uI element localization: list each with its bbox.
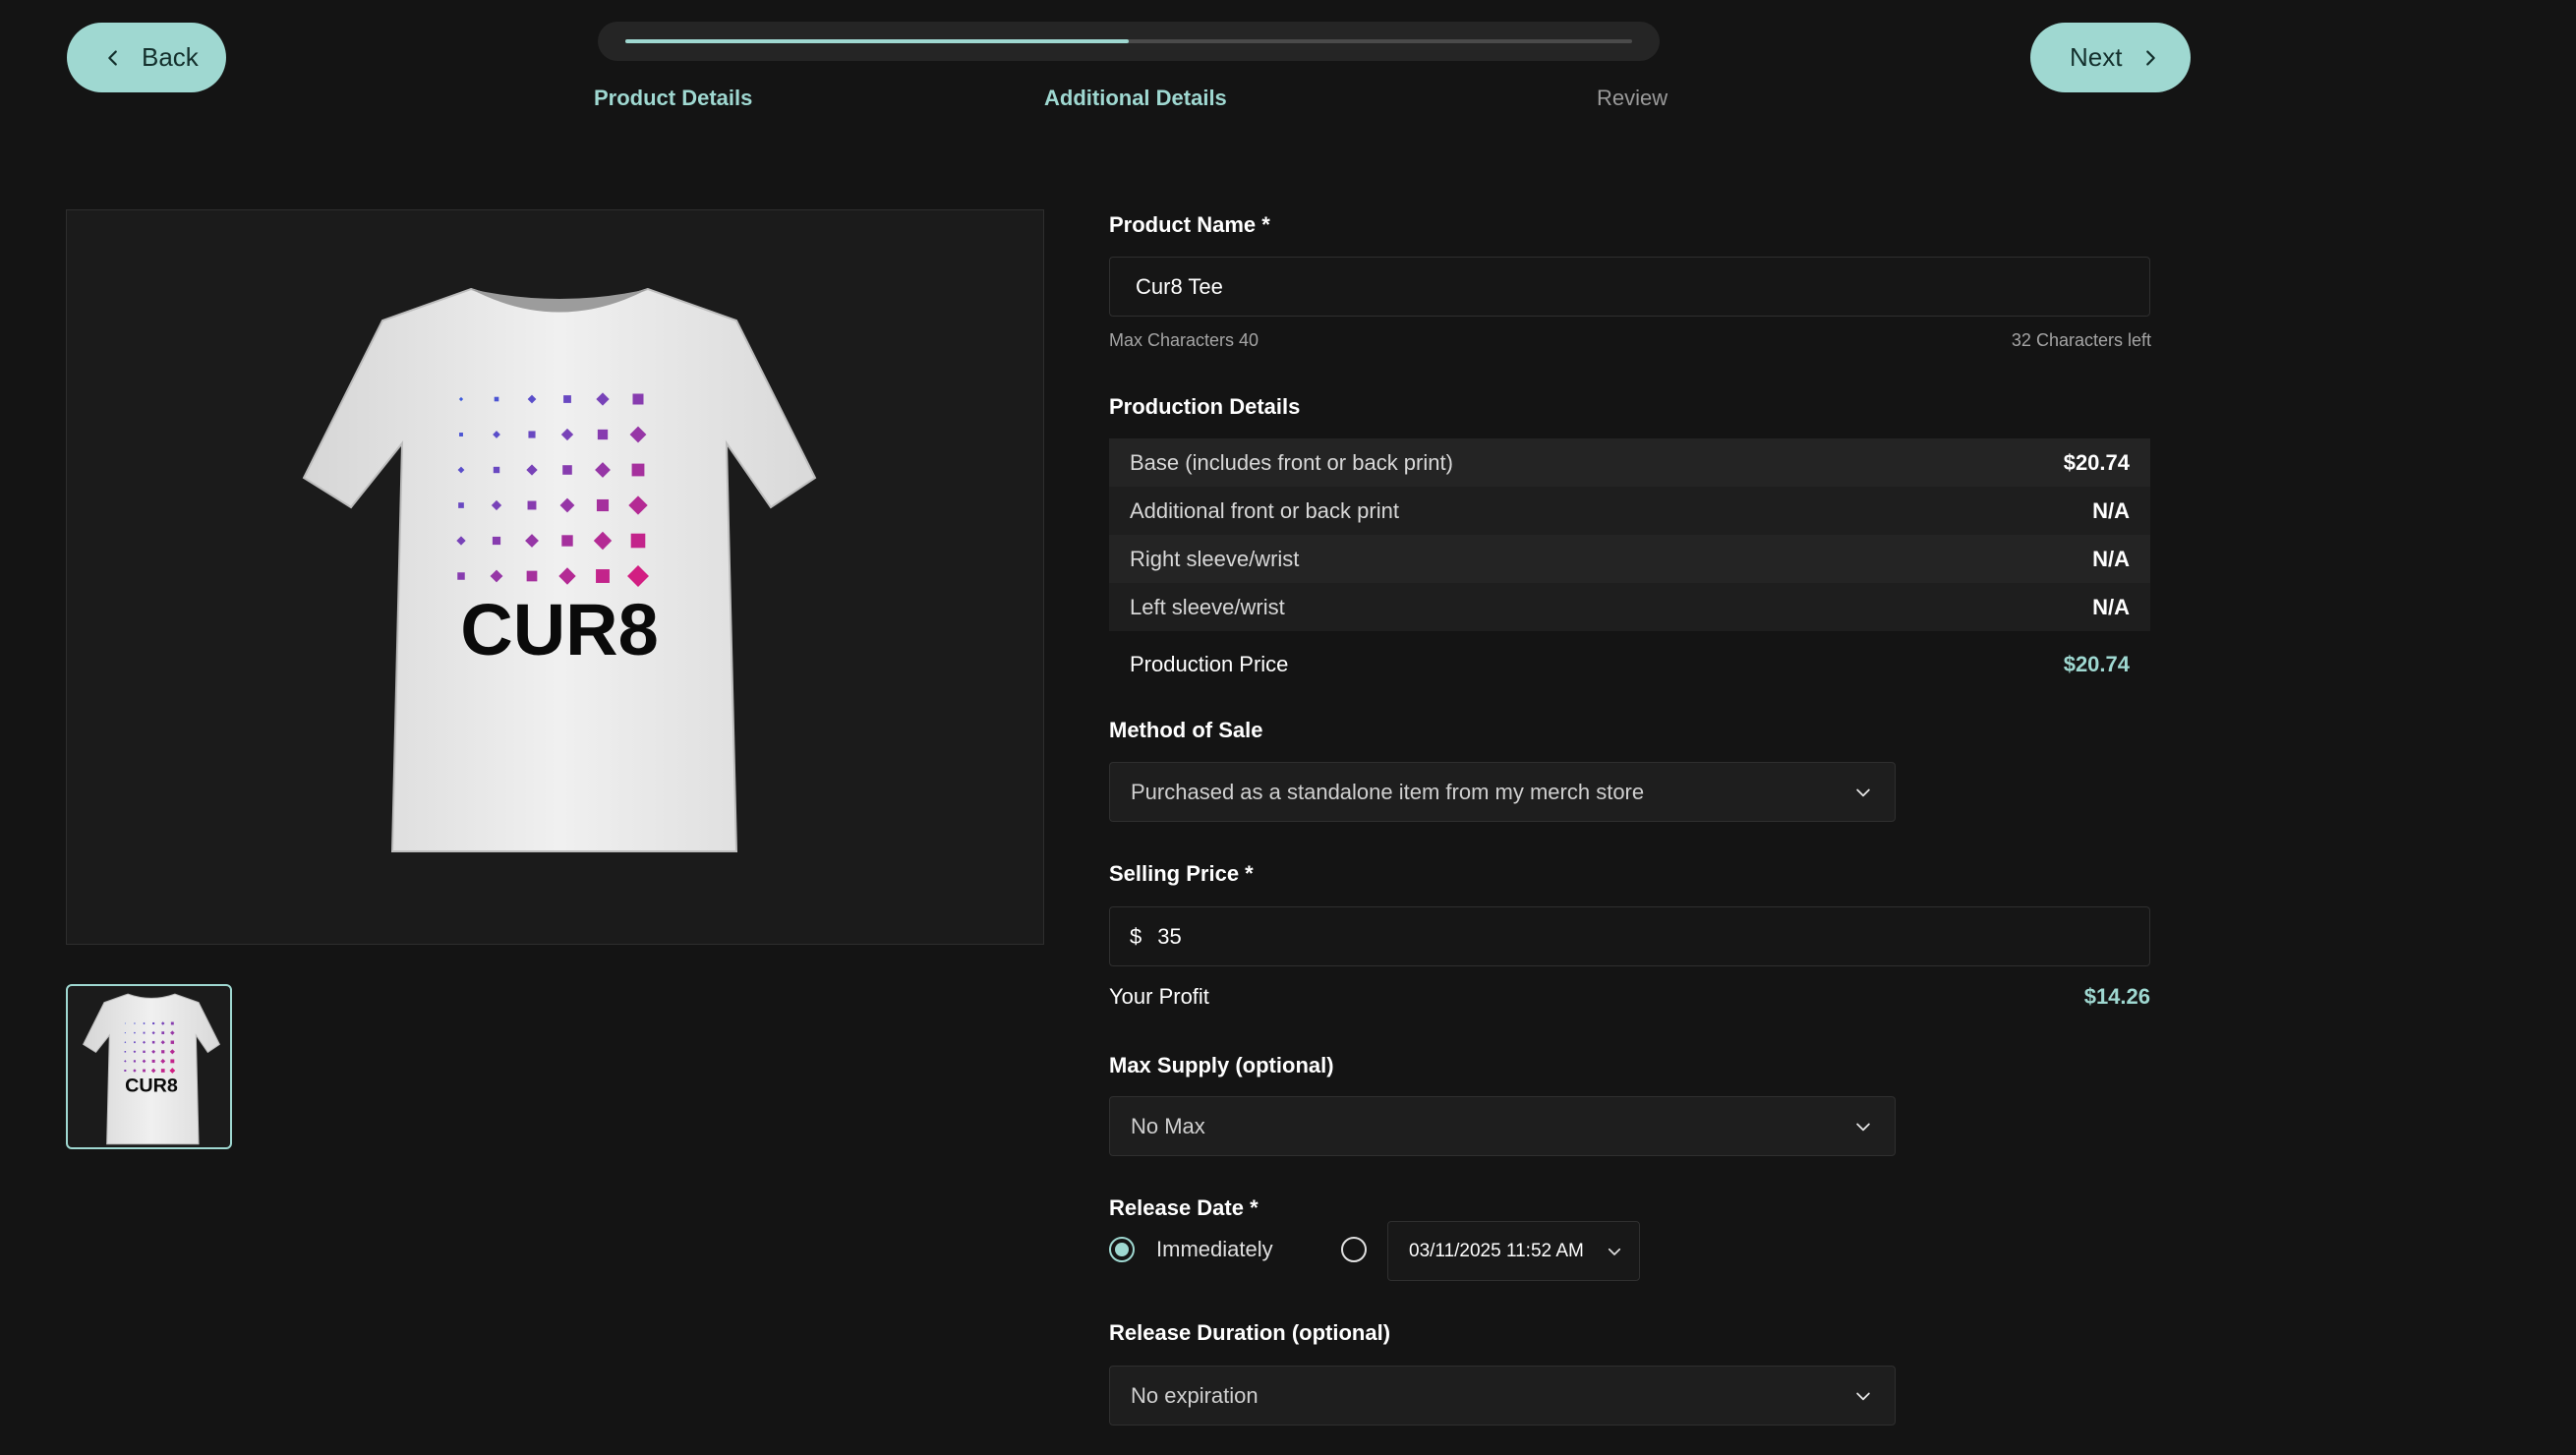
- print-pattern-dot: [459, 433, 463, 436]
- profit-value: $14.26: [2083, 984, 2150, 1009]
- step-progress-bar: [598, 22, 1660, 61]
- print-pattern-dot: [151, 1040, 155, 1044]
- release-duration-label: Release Duration (optional): [1109, 1320, 1391, 1345]
- production-details-table: Base (includes front or back print) $20.…: [1109, 438, 2150, 631]
- shirt-brand-text: CUR8: [460, 589, 658, 670]
- print-pattern-dot: [143, 1031, 146, 1034]
- currency-symbol: $: [1130, 923, 1142, 949]
- print-pattern-dot: [630, 533, 646, 549]
- print-pattern-dot: [562, 465, 572, 475]
- step-product-details[interactable]: Product Details: [594, 86, 752, 111]
- print-pattern-dot: [152, 1021, 155, 1025]
- print-pattern-dot: [527, 500, 537, 510]
- production-details-label: Production Details: [1109, 394, 1301, 419]
- print-pattern-dot: [151, 1059, 155, 1063]
- profit-label: Your Profit: [1109, 984, 1209, 1009]
- print-pattern-dot: [632, 393, 644, 405]
- print-pattern-dot: [134, 1041, 136, 1044]
- product-name-input[interactable]: Cur8 Tee: [1109, 257, 2150, 317]
- print-pattern-dot: [457, 572, 465, 580]
- print-pattern-dot: [170, 1059, 175, 1064]
- max-supply-value: No Max: [1131, 1113, 1205, 1138]
- print-pattern-dot: [528, 431, 536, 438]
- production-price-label: Production Price: [1130, 652, 1289, 676]
- step-review[interactable]: Review: [1597, 86, 1668, 111]
- print-pattern-dot: [458, 502, 464, 508]
- print-pattern-dot: [124, 1032, 126, 1034]
- chevron-down-icon: [1856, 1123, 1870, 1131]
- tshirt-thumbnail-image: CUR8: [82, 993, 221, 1145]
- profit-row: Your Profit $14.26: [1109, 984, 2150, 1010]
- print-pattern-dot: [134, 1022, 136, 1024]
- print-pattern-dot: [170, 1021, 174, 1025]
- selling-price-value: 35: [1157, 923, 1182, 949]
- print-pattern-dot: [596, 498, 610, 512]
- print-pattern-dot: [161, 1031, 165, 1034]
- release-immediately-radio[interactable]: [1109, 1237, 1135, 1262]
- method-of-sale-value: Purchased as a standalone item from my m…: [1131, 779, 1645, 804]
- release-date-options: Immediately 03/11/2025 11:52 AM: [1109, 1220, 1896, 1281]
- print-pattern-dot: [124, 1051, 127, 1053]
- release-duration-select[interactable]: No expiration: [1109, 1366, 1896, 1426]
- print-pattern-dot: [492, 536, 501, 546]
- selling-price-input[interactable]: $ 35: [1109, 906, 2150, 966]
- print-pattern-dot: [561, 535, 573, 547]
- chevron-down-icon: [1856, 1392, 1870, 1400]
- table-row: Base (includes front or back print) $20.…: [1109, 438, 2150, 487]
- next-button[interactable]: Next: [2030, 23, 2191, 92]
- chevron-left-icon: [108, 49, 117, 66]
- method-of-sale-select[interactable]: Purchased as a standalone item from my m…: [1109, 762, 1896, 822]
- release-date-picker[interactable]: 03/11/2025 11:52 AM: [1387, 1221, 1640, 1281]
- step-additional-details[interactable]: Additional Details: [1044, 86, 1227, 111]
- print-pattern-dot: [596, 569, 610, 583]
- chevron-right-icon: [2146, 49, 2156, 66]
- back-button-label: Back: [142, 42, 199, 72]
- table-row: Left sleeve/wrist N/A: [1109, 583, 2150, 631]
- table-row: Additional front or back print N/A: [1109, 487, 2150, 535]
- max-characters-hint: Max Characters 40: [1109, 330, 1259, 350]
- print-pattern-dot: [161, 1050, 165, 1054]
- product-name-label: Product Name *: [1109, 212, 1270, 237]
- selling-price-label: Selling Price *: [1109, 861, 1254, 886]
- release-duration-value: No expiration: [1131, 1382, 1259, 1408]
- product-name-value: Cur8 Tee: [1136, 273, 1223, 299]
- print-pattern-dot: [597, 429, 609, 440]
- print-pattern-dot: [631, 463, 645, 477]
- method-of-sale-label: Method of Sale: [1109, 718, 1263, 742]
- chevron-down-icon: [1856, 788, 1870, 796]
- print-pattern-dot: [133, 1060, 137, 1063]
- back-button[interactable]: Back: [67, 23, 226, 92]
- product-thumbnail[interactable]: CUR8: [66, 984, 232, 1149]
- print-pattern-dot: [170, 1040, 175, 1044]
- print-pattern-dot: [143, 1050, 146, 1053]
- thumb-brand-text: CUR8: [125, 1075, 178, 1096]
- product-image-preview: CUR8: [66, 209, 1044, 945]
- print-pattern-dot: [160, 1069, 165, 1073]
- chevron-down-icon: [1608, 1248, 1621, 1255]
- print-pattern-dot: [493, 466, 500, 474]
- max-supply-label: Max Supply (optional): [1109, 1053, 1334, 1077]
- product-editor-page: Back Product Details Additional Details …: [0, 0, 2576, 1455]
- print-pattern-dot: [143, 1069, 146, 1073]
- print-pattern-dot: [526, 570, 538, 582]
- print-pattern-dot: [563, 395, 571, 403]
- print-pattern-dot: [124, 1070, 127, 1072]
- characters-left-hint: 32 Characters left: [2011, 330, 2151, 350]
- max-supply-select[interactable]: No Max: [1109, 1096, 1896, 1156]
- table-row: Right sleeve/wrist N/A: [1109, 535, 2150, 583]
- tshirt-mockup-image: CUR8: [302, 287, 817, 852]
- progress-fill: [625, 39, 1129, 43]
- release-date-value: 03/11/2025 11:52 AM: [1409, 1240, 1584, 1261]
- production-price-value: $20.74: [2063, 652, 2130, 676]
- release-immediately-label[interactable]: Immediately: [1156, 1237, 1273, 1262]
- production-price-row: Production Price $20.74: [1109, 641, 2150, 688]
- release-date-label: Release Date *: [1109, 1195, 1259, 1220]
- print-pattern-dot: [494, 396, 499, 402]
- release-scheduled-radio[interactable]: [1341, 1237, 1367, 1262]
- next-button-label: Next: [2070, 42, 2123, 72]
